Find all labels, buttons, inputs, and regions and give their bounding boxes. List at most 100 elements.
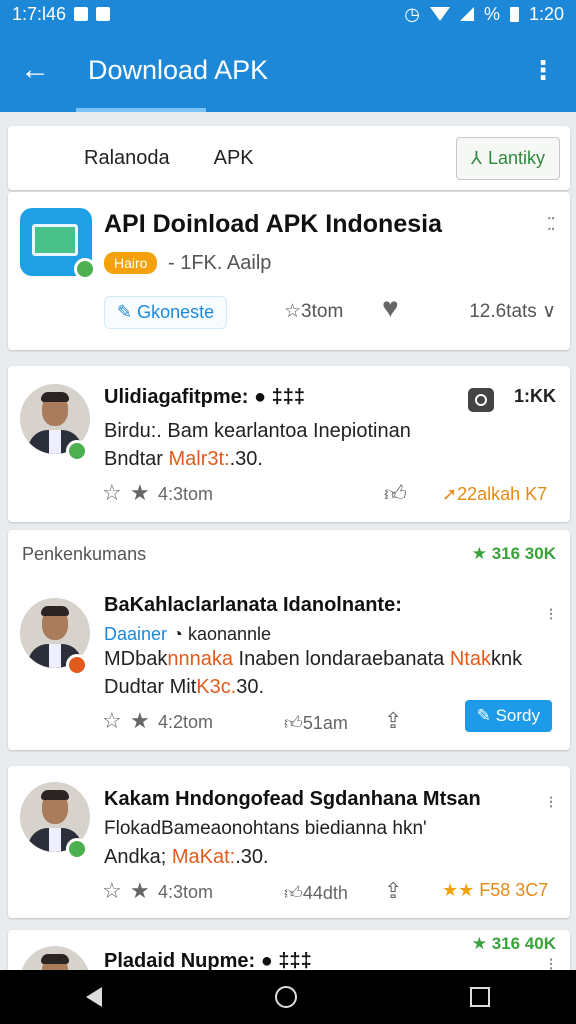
post-card[interactable]: Penkenkumans ★ 316 30K BaKahlaclarlanata… — [8, 530, 570, 750]
likes-text: 44dth — [302, 883, 348, 903]
post-author[interactable]: Kakam Hndongofead Sgdanhana Mtsan — [104, 788, 481, 811]
screen-icon — [32, 224, 78, 256]
post-text: Birdu:. Bam kearlantoa Inepiotinan — [104, 420, 411, 442]
signal-icon — [459, 7, 474, 21]
post-text: MDbaknnnaka Inaben londaraebanata Ntakkn… — [104, 648, 522, 671]
post-handle-text: kaonannle — [187, 624, 272, 644]
reactions-text: 22alkah K7 — [457, 484, 548, 504]
like-icon[interactable]: 👍︎ — [384, 480, 407, 507]
chevron-down-icon[interactable]: ∨ — [537, 301, 556, 322]
post-author[interactable]: Ulidiagafitpme: ● ‡‡‡ — [104, 386, 305, 409]
section-label: Penkenkumans — [22, 544, 147, 564]
post-author[interactable]: BaKahlaclarlanata Idanolnante: — [104, 594, 402, 617]
app-badge: Hairo — [104, 252, 158, 274]
post-text-pre: Dudtar Mit — [104, 676, 197, 698]
avatar-shirt — [49, 644, 61, 668]
rating-text: 316 40K — [491, 934, 556, 953]
back-arrow-icon[interactable]: ← — [20, 53, 56, 87]
post-text-accent: K3c. — [196, 676, 237, 698]
post-text-accent: nnnaka — [167, 648, 233, 670]
camera-icon[interactable] — [468, 388, 494, 412]
more-icon[interactable]: ⁚⁚ — [547, 214, 557, 235]
avatar-shirt — [49, 828, 61, 852]
sordy-label: Sordy — [495, 706, 540, 725]
app-chip[interactable]: ✎ Gkonestе — [104, 296, 228, 329]
like-icon[interactable]: 👍︎ — [284, 883, 303, 903]
post-card[interactable]: Kakam Hndongofead Sgdanhana Mtsan ⁝ Flok… — [8, 766, 570, 918]
app-subtitle: - 1FK. Aailp — [168, 252, 272, 274]
online-badge-icon — [66, 838, 88, 860]
app-title: API Doinload APK Indonesia — [104, 210, 442, 238]
app-stars: ☆3tom — [284, 300, 343, 323]
avatar-hair — [41, 392, 69, 402]
overflow-menu-icon[interactable]: ⋮ — [530, 57, 556, 83]
post-rating: ★★ F58 3C7 — [442, 880, 548, 901]
post-text-post: 30. — [236, 676, 265, 698]
post-link[interactable]: Daainer — [104, 624, 167, 644]
post-text-accent: MaKat: — [171, 846, 236, 868]
likes-text: 51am — [302, 713, 348, 733]
status-badge-icon — [66, 654, 88, 676]
more-icon[interactable]: ⁝ — [548, 604, 554, 625]
post-count: 1:KK — [513, 386, 556, 406]
post-text-mid: Inaben londaraebanata — [238, 648, 445, 670]
avatar-shirt — [49, 430, 61, 454]
post-text-accent2: Ntak — [449, 648, 491, 670]
edit-icon: ✎ — [476, 706, 496, 725]
notification-icon — [74, 7, 89, 21]
tabs-card: Ralanoda APK ⅄ Lantiky — [8, 126, 570, 190]
more-icon[interactable]: ⁝ — [548, 792, 554, 813]
avatar-hair — [41, 954, 69, 964]
star-outline-icon[interactable]: ☆ — [102, 480, 122, 506]
share-icon[interactable]: ⇪ — [384, 878, 402, 904]
like-icon[interactable]: 👍︎ — [284, 713, 303, 733]
star-icon[interactable]: ★ — [130, 878, 150, 904]
rating-text: F58 3C7 — [479, 880, 549, 900]
star-icon: ★ — [471, 544, 492, 563]
rating-badge: ★ 316 30K — [472, 544, 556, 564]
sordy-button[interactable]: ✎ Sordy — [464, 700, 552, 732]
lantiky-button[interactable]: ⅄ Lantiky — [455, 136, 560, 180]
app-icon — [20, 208, 96, 280]
star-icon[interactable]: ★ — [130, 708, 150, 734]
nav-back-icon[interactable] — [86, 987, 103, 1007]
post-text-post: .30. — [229, 448, 263, 470]
wifi-icon — [429, 7, 450, 21]
post-time: 4:2tom — [158, 712, 214, 732]
star-icon: ★ — [471, 934, 492, 953]
post-text-post: knk — [490, 648, 523, 670]
star-outline-icon[interactable]: ☆ — [102, 878, 122, 904]
arrow-icon: ➚ — [442, 484, 458, 504]
status-bar: 1:7:l46 ◷ % 1:20 — [0, 0, 576, 28]
nav-recents-icon[interactable] — [469, 987, 490, 1007]
globe-icon: ◔ — [172, 624, 183, 644]
heart-icon[interactable]: ♥ — [382, 292, 399, 324]
avatar-hair — [41, 606, 69, 616]
post-reactions: ➚22alkah K7 — [442, 484, 547, 505]
verified-icon — [74, 258, 96, 280]
tab-apk[interactable]: APK — [214, 147, 254, 170]
rating-text: 316 30K — [491, 544, 556, 563]
star-outline-icon[interactable]: ☆ — [102, 708, 122, 734]
stats-text: 12.6tats — [469, 301, 537, 322]
tab-ralanoda[interactable]: Ralanoda — [84, 147, 170, 170]
post-text-pre: Andka; — [104, 846, 167, 868]
post-time: 4:3tom — [158, 484, 214, 504]
lantiky-label: Lantiky — [487, 147, 545, 168]
star-icon: ★★ — [442, 880, 480, 900]
post-card[interactable]: Ulidiagafitpme: ● ‡‡‡ 1:KK Birdu:. Bam k… — [8, 366, 570, 522]
online-badge-icon — [66, 440, 88, 462]
rating-badge: ★ 316 40K — [472, 934, 556, 954]
status-time-left: 1:7:l46 — [12, 3, 67, 24]
status-time-right: 1:20 — [528, 3, 564, 24]
app-card[interactable]: API Doinload APK Indonesia ⁚⁚ Hairo - 1F… — [8, 192, 570, 350]
stars-text: 3tom — [301, 301, 344, 322]
post-text-line2: Dudtar MitK3c.30. — [104, 676, 264, 699]
star-icon[interactable]: ★ — [130, 480, 150, 506]
post-likes: 👍︎44dth — [284, 882, 348, 904]
share-icon[interactable]: ⇪ — [384, 708, 402, 734]
page-title: Download APK — [88, 54, 269, 85]
post-text-post: .30. — [235, 846, 269, 868]
app-bar: ← Download APK ⋮ — [0, 28, 576, 112]
nav-home-icon[interactable] — [274, 986, 297, 1008]
